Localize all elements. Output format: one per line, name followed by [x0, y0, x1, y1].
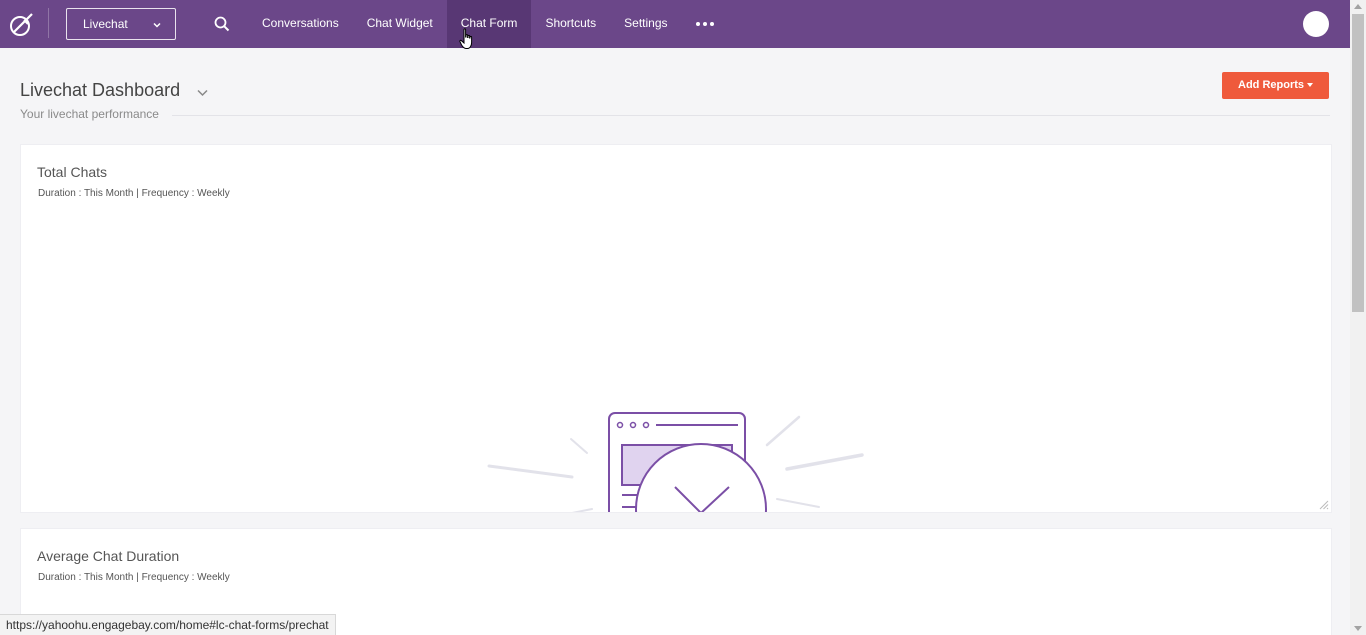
- chevron-down-icon[interactable]: [197, 89, 208, 97]
- app-switcher-select[interactable]: Livechat: [66, 8, 176, 40]
- chevron-down-icon: [153, 22, 161, 28]
- nav-item-shortcuts[interactable]: Shortcuts: [531, 0, 610, 48]
- more-icon[interactable]: [682, 0, 728, 48]
- empty-state-illustration: [487, 412, 864, 512]
- page-scrollbar[interactable]: [1350, 0, 1366, 635]
- main-nav: Conversations Chat Widget Chat Form Shor…: [248, 0, 728, 48]
- page-subtitle: Your livechat performance: [20, 107, 159, 121]
- report-card-total-chats: Total Chats Duration : This Month | Freq…: [20, 144, 1332, 513]
- status-bar-url: https://yahoohu.engagebay.com/home#lc-ch…: [0, 614, 336, 635]
- add-reports-label: Add Reports: [1238, 79, 1304, 91]
- more-dot: [702, 22, 707, 26]
- nav-item-chat-widget[interactable]: Chat Widget: [353, 0, 447, 48]
- scroll-up-arrow-icon[interactable]: [1354, 4, 1362, 9]
- page-title: Livechat Dashboard: [20, 80, 181, 100]
- nav-item-conversations[interactable]: Conversations: [248, 0, 353, 48]
- caret-down-icon: [1307, 83, 1313, 88]
- card-title: Average Chat Duration: [37, 548, 180, 564]
- pointer-cursor-icon: [459, 28, 473, 49]
- top-nav-bar: Livechat Conversations Chat Widget Chat …: [0, 0, 1350, 48]
- more-dot: [709, 22, 714, 26]
- add-reports-button[interactable]: Add Reports: [1222, 72, 1329, 99]
- nav-item-settings[interactable]: Settings: [610, 0, 681, 48]
- resize-handle-icon[interactable]: [1319, 500, 1329, 510]
- search-icon[interactable]: [214, 16, 230, 32]
- app-switcher-label: Livechat: [83, 17, 128, 31]
- avatar[interactable]: [1303, 11, 1329, 37]
- card-meta: Duration : This Month | Frequency : Week…: [38, 572, 230, 583]
- header-divider: [172, 115, 1330, 116]
- card-title: Total Chats: [37, 164, 108, 180]
- scroll-down-arrow-icon[interactable]: [1354, 626, 1362, 631]
- logo-icon[interactable]: [8, 10, 36, 38]
- card-meta: Duration : This Month | Frequency : Week…: [38, 188, 230, 199]
- more-dot: [695, 22, 700, 26]
- logo-divider: [48, 8, 49, 38]
- scrollbar-thumb[interactable]: [1352, 14, 1364, 312]
